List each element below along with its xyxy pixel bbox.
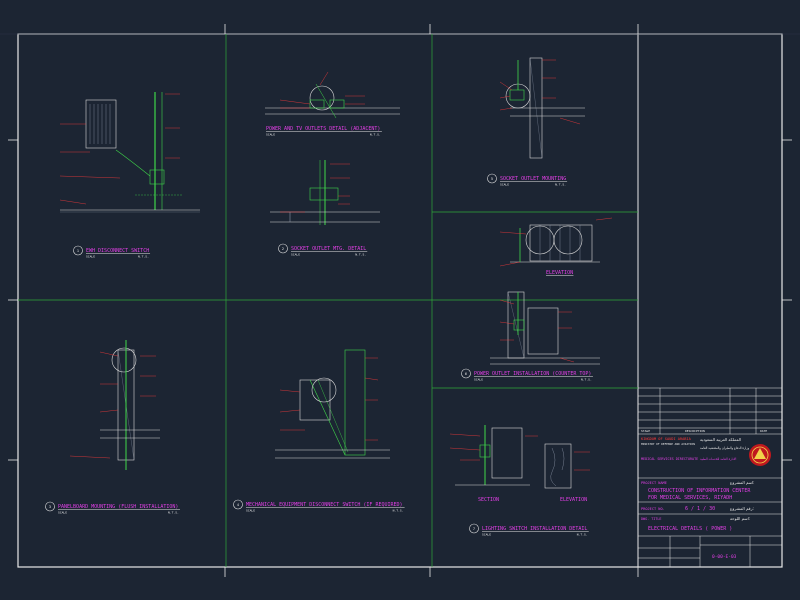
detail-scale-label: SCALE — [86, 255, 95, 259]
detail-scale-label: SCALE — [291, 253, 300, 257]
rev-header-description: DESCRIPTION — [685, 429, 705, 433]
title-block-text: STAGE DESCRIPTION DATE KINGDOM OF SAUDI … — [641, 429, 771, 560]
detail-title-block: ELEVATION — [546, 270, 574, 276]
detail-title-block: 3 PANELBOARD MOUNTING (FLUSH INSTALLATION… — [45, 501, 180, 515]
detail-number: 1 — [77, 249, 79, 253]
detail-scale-value: N.T.S. — [393, 509, 404, 513]
ministry-seal-icon — [749, 444, 771, 466]
detail-scale-value: N.T.S. — [138, 255, 149, 259]
org-en-sub: MEDICAL SERVICES DIRECTORATE — [641, 457, 698, 461]
detail-scale-value: N.T.S. — [370, 133, 381, 137]
dwg-title: ELECTRICAL DETAILS ( POWER ) — [648, 526, 732, 532]
detail-title-block: 7 LIGHTING SWITCH INSTALLATION DETAILSCAL… — [469, 523, 589, 537]
detail-scale-value: N.T.S. — [555, 183, 566, 187]
dwg-title-label: DWG. TITLE — [641, 517, 661, 521]
org-en-line-2: MINISTRY OF DEFENSE AND AVIATION — [641, 442, 695, 446]
detail-title-block: POWER AND TV OUTLETS DETAIL (ADJACENT)SC… — [266, 126, 382, 137]
detail-title-block: 1 EWH DISCONNECT SWITCHSCALE N.T.S. — [73, 245, 151, 259]
detail-title-block: 2 SOCKET OUTLET MTG. DETAILSCALE N.T.S. — [278, 243, 368, 257]
detail-socket-mount-drawing — [499, 57, 585, 159]
org-ar-line-1: المملكة العربية السعودية — [700, 437, 741, 442]
detail-counter-drawing — [490, 291, 600, 365]
detail-scale-label: SCALE — [58, 511, 67, 515]
rev-header-stage: STAGE — [641, 429, 650, 433]
detail-title-block: 6 POWER OUTLET INSTALLATION (COUNTER TOP)… — [461, 368, 593, 382]
detail-scale-label: SCALE — [500, 183, 509, 187]
detail-scale-label: SCALE — [266, 133, 275, 137]
dwg-number: 0-00-E-03 — [712, 554, 737, 560]
org-ar-line-3: الادارة العامة للخدمات الطبية — [700, 457, 736, 461]
project-no: 6 / 1 / 30 — [685, 506, 715, 512]
detail-scale-value: N.T.S. — [168, 511, 179, 515]
detail-titles: 1 EWH DISCONNECT SWITCHSCALE N.T.S.2 SOCKET… — [45, 126, 593, 537]
detail-title: SOCKET OUTLET MOUNTING — [500, 176, 566, 182]
detail-title-block: 5 SOCKET OUTLET MOUNTINGSCALE N.T.S. — [487, 173, 568, 187]
detail-number: 4 — [237, 503, 239, 507]
detail-title: POWER AND TV OUTLETS DETAIL (ADJACENT) — [266, 126, 380, 132]
detail-panelboard-drawing — [69, 340, 160, 470]
detail-title: ELEVATION — [546, 270, 573, 276]
detail-title: PANELBOARD MOUNTING (FLUSH INSTALLATION) — [58, 504, 178, 510]
project-name-line-2: FOR MEDICAL SERVICES, RIYADH — [648, 495, 732, 501]
project-no-ar: رقم المشروع: — [730, 506, 754, 511]
detail-title-block: 4 MECHANICAL EQUIPMENT DISCONNECT SWITCH … — [233, 499, 405, 513]
detail-number: 5 — [491, 177, 493, 181]
detail-number: 7 — [473, 527, 475, 531]
detail-title: LIGHTING SWITCH INSTALLATION DETAIL — [482, 526, 587, 532]
detail-scale-label: SCALE — [474, 378, 483, 382]
project-name-line-1: CONSTRUCTION OF INFORMATION CENTER — [648, 488, 751, 494]
dwg-title-ar: اسم اللوحة: — [730, 516, 750, 521]
detail-scale-value: N.T.S. — [581, 378, 592, 382]
detail-number: 6 — [465, 372, 467, 376]
detail-title: SOCKET OUTLET MTG. DETAIL — [291, 246, 366, 252]
title-block — [638, 387, 782, 567]
org-ar-line-2: وزارة الدفاع والطيران والمفتشية العامة — [700, 446, 750, 450]
detail-scale-value: N.T.S. — [355, 253, 366, 257]
detail-title: POWER OUTLET INSTALLATION (COUNTER TOP) — [474, 371, 591, 377]
detail-power-tv-drawing — [265, 71, 400, 119]
cad-drawing: 1 EWH DISCONNECT SWITCHSCALE N.T.S.2 SOCKET… — [0, 24, 800, 577]
section-label: SECTION — [478, 497, 499, 503]
detail-ewh-drawing — [59, 92, 200, 213]
org-en-line-1: KINGDOM OF SAUDI ARABIA — [641, 437, 692, 441]
detail-title: MECHANICAL EQUIPMENT DISCONNECT SWITCH (… — [246, 502, 403, 508]
detail-scale-label: SCALE — [482, 533, 491, 537]
detail-scale-value: N.T.S. — [577, 533, 588, 537]
detail-socket-mtg-drawing — [270, 160, 380, 225]
detail-mech-drawing — [275, 349, 390, 459]
rev-header-date: DATE — [760, 429, 767, 433]
drawing-canvas: 1 EWH DISCONNECT SWITCH SCALE N.T.S. 2 SOCKET… — [0, 0, 800, 600]
detail-number: 2 — [282, 247, 284, 251]
detail-scale-label: SCALE — [246, 509, 255, 513]
project-no-label: PROJECT NO. — [641, 507, 665, 511]
detail-lighting-switch-drawing — [449, 425, 590, 489]
detail-title: EWH DISCONNECT SWITCH — [86, 248, 149, 254]
detail-number: 3 — [49, 505, 51, 509]
elevation-label: ELEVATION — [560, 497, 587, 503]
detail-elevation-drawing — [499, 217, 613, 267]
project-name-label: PROJECT NAME — [641, 481, 667, 485]
project-name-ar: اسم المشروع: — [730, 480, 755, 485]
